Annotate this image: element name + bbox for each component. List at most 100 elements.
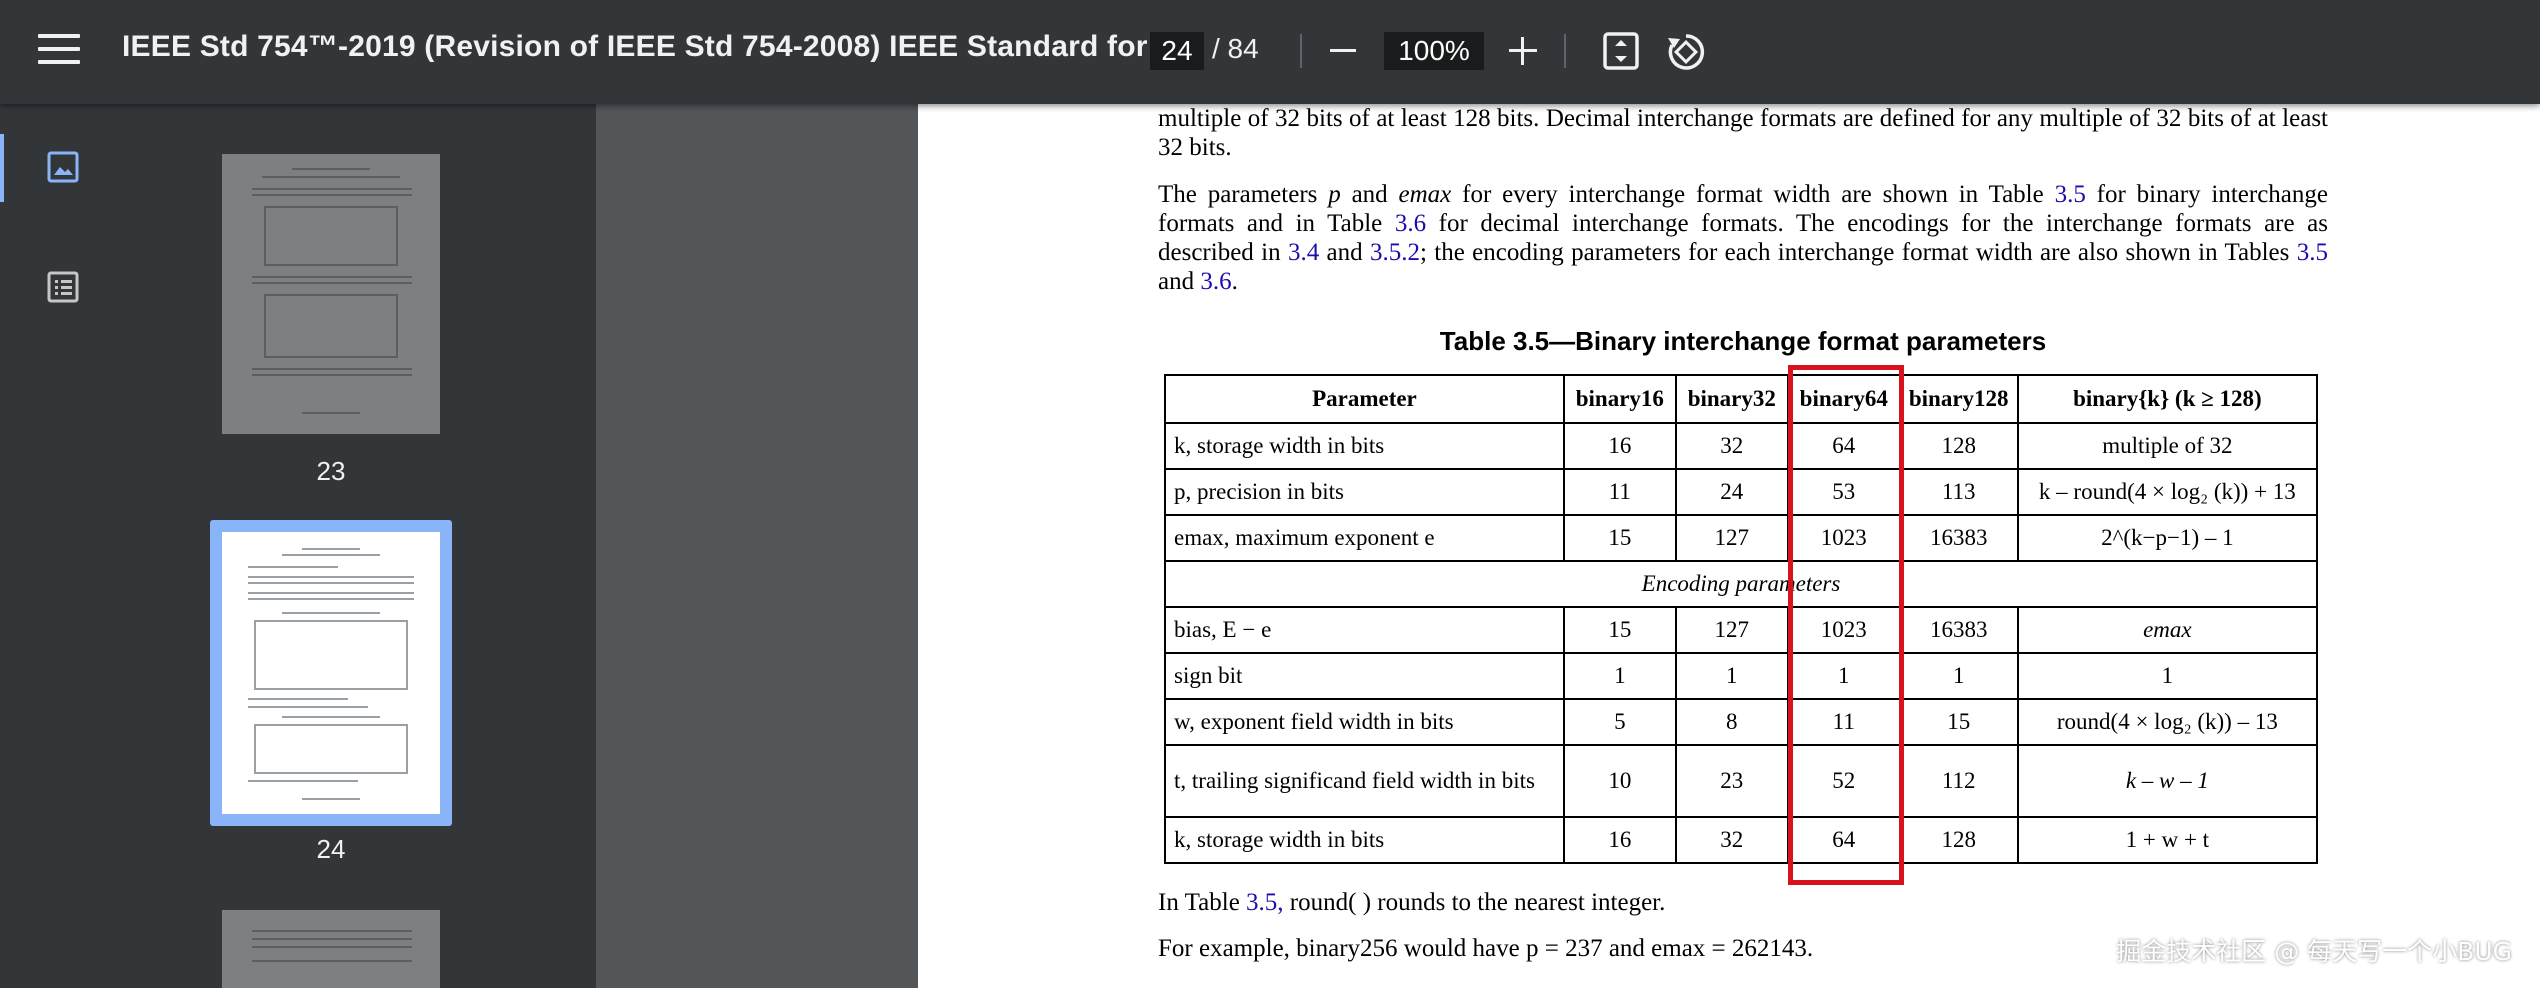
- table-cell: w, exponent field width in bits: [1164, 698, 1565, 746]
- table-cell: emax: [2016, 606, 2319, 654]
- outline-icon[interactable]: [46, 270, 80, 304]
- table-cell: 127: [1674, 606, 1789, 654]
- paragraph-intro: multiple of 32 bits of at least 128 bits…: [1158, 105, 2328, 161]
- table-row: p, precision in bits 11 24 53 113 k – ro…: [1164, 468, 2319, 516]
- watermark: 掘金技术社区 @ 每天写一个小BUG: [2116, 937, 2512, 966]
- thumbnail-page-25[interactable]: [222, 910, 440, 988]
- table-cell: 24: [1674, 468, 1789, 516]
- thumbnails-icon[interactable]: [46, 150, 80, 184]
- table-cell: 1023: [1786, 514, 1901, 562]
- page-number-input[interactable]: 24: [1150, 32, 1204, 70]
- rotate-icon[interactable]: [1664, 30, 1708, 74]
- table-row: sign bit 1 1 1 1 1: [1164, 652, 2319, 700]
- table-cell: 64: [1786, 816, 1901, 864]
- table-cell: k – w – 1: [2016, 744, 2319, 818]
- table-cell: 1023: [1786, 606, 1901, 654]
- table-cell: 128: [1898, 422, 2019, 470]
- table-cell: 32: [1674, 816, 1789, 864]
- table-cell: 1: [1562, 652, 1677, 700]
- table-cell: 16383: [1898, 606, 2019, 654]
- link-table-3-5[interactable]: 3.5,: [1246, 889, 1284, 916]
- link-section-3-4[interactable]: 3.4: [1288, 239, 1319, 266]
- thumbnail-label-24: 24: [316, 834, 346, 864]
- note-rounding: In Table 3.5, round( ) rounds to the nea…: [1158, 889, 1666, 916]
- table-cell: 15: [1898, 698, 2019, 746]
- table-cell: k – round(4 × log₂ (k)) + 13: [2016, 468, 2319, 516]
- table-cell: 113: [1898, 468, 2019, 516]
- table-cell: 32: [1674, 422, 1789, 470]
- table-row: bias, E − e 15 127 1023 16383 emax: [1164, 606, 2319, 654]
- table-header: binary64: [1786, 374, 1901, 424]
- table-cell: 127: [1674, 514, 1789, 562]
- table-cell: 11: [1562, 468, 1677, 516]
- table-cell: 128: [1898, 816, 2019, 864]
- table-cell: 52: [1786, 744, 1901, 818]
- table-cell: 1: [1674, 652, 1789, 700]
- table-cell: 11: [1786, 698, 1901, 746]
- table-cell: 23: [1674, 744, 1789, 818]
- link-table-3-6[interactable]: 3.6: [1395, 210, 1426, 237]
- table-cell: k, storage width in bits: [1164, 816, 1565, 864]
- zoom-level-input[interactable]: 100%: [1384, 32, 1484, 70]
- table-cell: 1: [2016, 652, 2319, 700]
- table-header: Parameter: [1164, 374, 1565, 424]
- table-section-row: Encoding parameters: [1164, 560, 2318, 608]
- thumbnail-label-23: 23: [316, 456, 346, 486]
- sidebar-rail: [0, 104, 128, 988]
- fit-page-icon[interactable]: [1600, 30, 1642, 72]
- pdf-toolbar: IEEE Std 754™-2019 (Revision of IEEE Std…: [0, 0, 2540, 104]
- page-total: / 84: [1212, 33, 1259, 64]
- link-section-3-5-2[interactable]: 3.5.2: [1370, 239, 1420, 266]
- table-cell: 1 + w + t: [2016, 816, 2319, 864]
- table-header: binary16: [1562, 374, 1677, 424]
- table-cell: multiple of 32: [2016, 422, 2319, 470]
- table-cell: 112: [1898, 744, 2019, 818]
- document-title: IEEE Std 754™-2019 (Revision of IEEE Std…: [122, 30, 1197, 63]
- table-row: k, storage width in bits 16 32 64 128 mu…: [1164, 422, 2319, 470]
- table-cell: t, trailing significand field width in b…: [1164, 744, 1565, 818]
- table-header-row: Parameter binary16 binary32 binary64 bin…: [1164, 374, 2319, 424]
- table-cell: round(4 × log₂ (k)) – 13: [2016, 698, 2319, 746]
- table-row: t, trailing significand field width in b…: [1164, 744, 2319, 818]
- table-row: k, storage width in bits 16 32 64 128 1 …: [1164, 816, 2319, 864]
- table-cell: 8: [1674, 698, 1789, 746]
- table-header: binary128: [1898, 374, 2019, 424]
- binary-format-table: Parameter binary16 binary32 binary64 bin…: [1164, 374, 2319, 864]
- table-cell: 1: [1786, 652, 1901, 700]
- table-cell: 15: [1562, 606, 1677, 654]
- document-viewer[interactable]: multiple of 32 bits of at least 128 bits…: [596, 104, 2540, 988]
- link-table-3-5[interactable]: 3.5: [2055, 181, 2086, 208]
- table-header: binary{k} (k ≥ 128): [2016, 374, 2319, 424]
- table-cell: sign bit: [1164, 652, 1565, 700]
- table-cell: 16: [1562, 816, 1677, 864]
- encoding-section-header: Encoding parameters: [1164, 560, 2318, 608]
- table-cell: 1: [1898, 652, 2019, 700]
- pdf-page: multiple of 32 bits of at least 128 bits…: [918, 104, 2540, 988]
- toolbar-divider: [1564, 34, 1566, 68]
- menu-icon[interactable]: [38, 34, 80, 68]
- table-cell: 64: [1786, 422, 1901, 470]
- table-cell: p, precision in bits: [1164, 468, 1565, 516]
- thumbnail-page-24[interactable]: [222, 532, 440, 814]
- table-cell: k, storage width in bits: [1164, 422, 1565, 470]
- zoom-in-icon[interactable]: [1506, 34, 1540, 68]
- toolbar-divider: [1300, 34, 1302, 68]
- paragraph-parameters: The parameters p and emax for every inte…: [1158, 181, 2328, 295]
- table-caption: Table 3.5—Binary interchange format para…: [1439, 326, 2047, 356]
- table-cell: 16383: [1898, 514, 2019, 562]
- thumbnail-page-23[interactable]: [222, 154, 440, 434]
- link-table-3-5[interactable]: 3.5: [2297, 239, 2328, 266]
- table-cell: 10: [1562, 744, 1677, 818]
- table-row: emax, maximum exponent e 15 127 1023 163…: [1164, 514, 2319, 562]
- table-cell: 16: [1562, 422, 1677, 470]
- table-cell: bias, E − e: [1164, 606, 1565, 654]
- table-header: binary32: [1674, 374, 1789, 424]
- zoom-out-icon[interactable]: [1326, 36, 1362, 66]
- thumbnail-sidebar: 23 24: [0, 104, 596, 988]
- link-table-3-6[interactable]: 3.6: [1200, 268, 1231, 295]
- table-cell: 15: [1562, 514, 1677, 562]
- table-cell: 5: [1562, 698, 1677, 746]
- table-cell: 2^(k−p−1) – 1: [2016, 514, 2319, 562]
- table-row: w, exponent field width in bits 5 8 11 1…: [1164, 698, 2319, 746]
- table-cell: emax, maximum exponent e: [1164, 514, 1565, 562]
